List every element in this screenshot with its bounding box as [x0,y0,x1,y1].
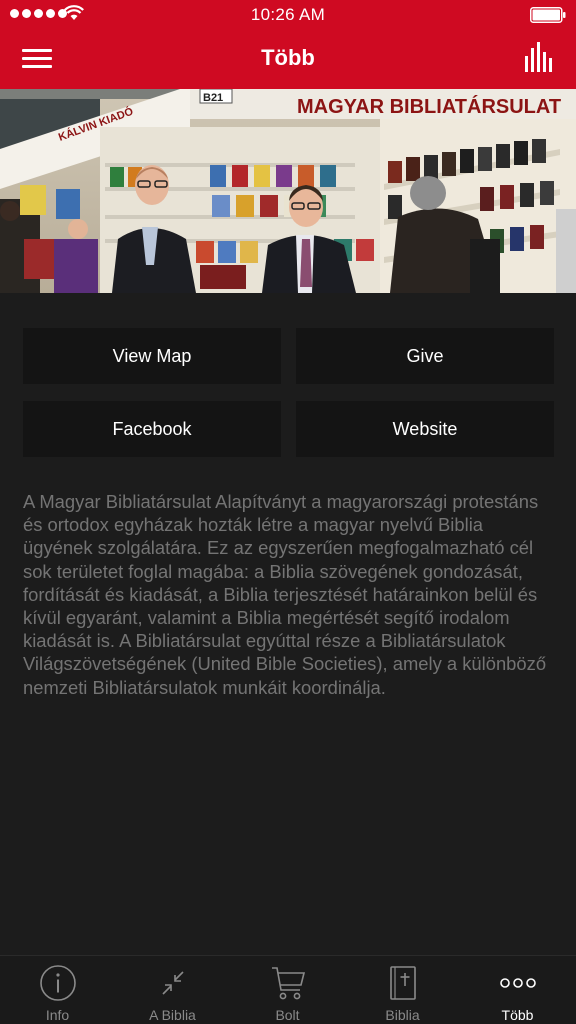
svg-text:MAGYAR BIBLIATÁRSULAT: MAGYAR BIBLIATÁRSULAT [297,95,561,118]
facebook-button[interactable]: Facebook [23,401,281,457]
navigation-bar: Több [0,30,576,89]
tab-a-biblia[interactable]: A Biblia [115,956,230,1024]
tab-bolt[interactable]: Bolt [230,956,345,1024]
tab-label: A Biblia [149,1007,196,1023]
tab-tobb[interactable]: Több [460,956,575,1024]
hero-photo: MAGYAR BIBLIATÁRSULAT B21 KÁLVIN KIADÓ [0,89,576,293]
organization-description: A Magyar Bibliatársulat Alapítványt a ma… [23,491,547,698]
bar-chart-icon[interactable] [524,42,552,72]
info-icon [39,965,76,1001]
collapse-arrows-icon [161,971,184,995]
give-button[interactable]: Give [296,328,554,384]
tab-biblia[interactable]: Biblia [345,956,460,1024]
more-dots-icon [499,978,536,988]
status-bar: 10:26 AM [0,0,576,30]
status-time: 10:26 AM [250,5,326,24]
bible-book-icon [389,966,416,1000]
website-button[interactable]: Website [296,401,554,457]
cart-icon [271,967,305,1000]
tab-bar: Info A Biblia Bolt Biblia Több [0,955,576,1024]
top-bar: 10:26 AM Több [0,0,576,89]
tab-label: Bolt [275,1007,300,1023]
page-title: Több [261,45,315,70]
book-fair-booth-image: MAGYAR BIBLIATÁRSULAT B21 KÁLVIN KIADÓ [0,89,576,293]
battery-icon [530,7,566,23]
tab-label: Több [501,1007,534,1023]
svg-text:B21: B21 [203,92,223,104]
tab-label: Biblia [385,1007,420,1023]
tab-info[interactable]: Info [0,956,115,1024]
view-map-button[interactable]: View Map [23,328,281,384]
tab-label: Info [45,1007,70,1023]
